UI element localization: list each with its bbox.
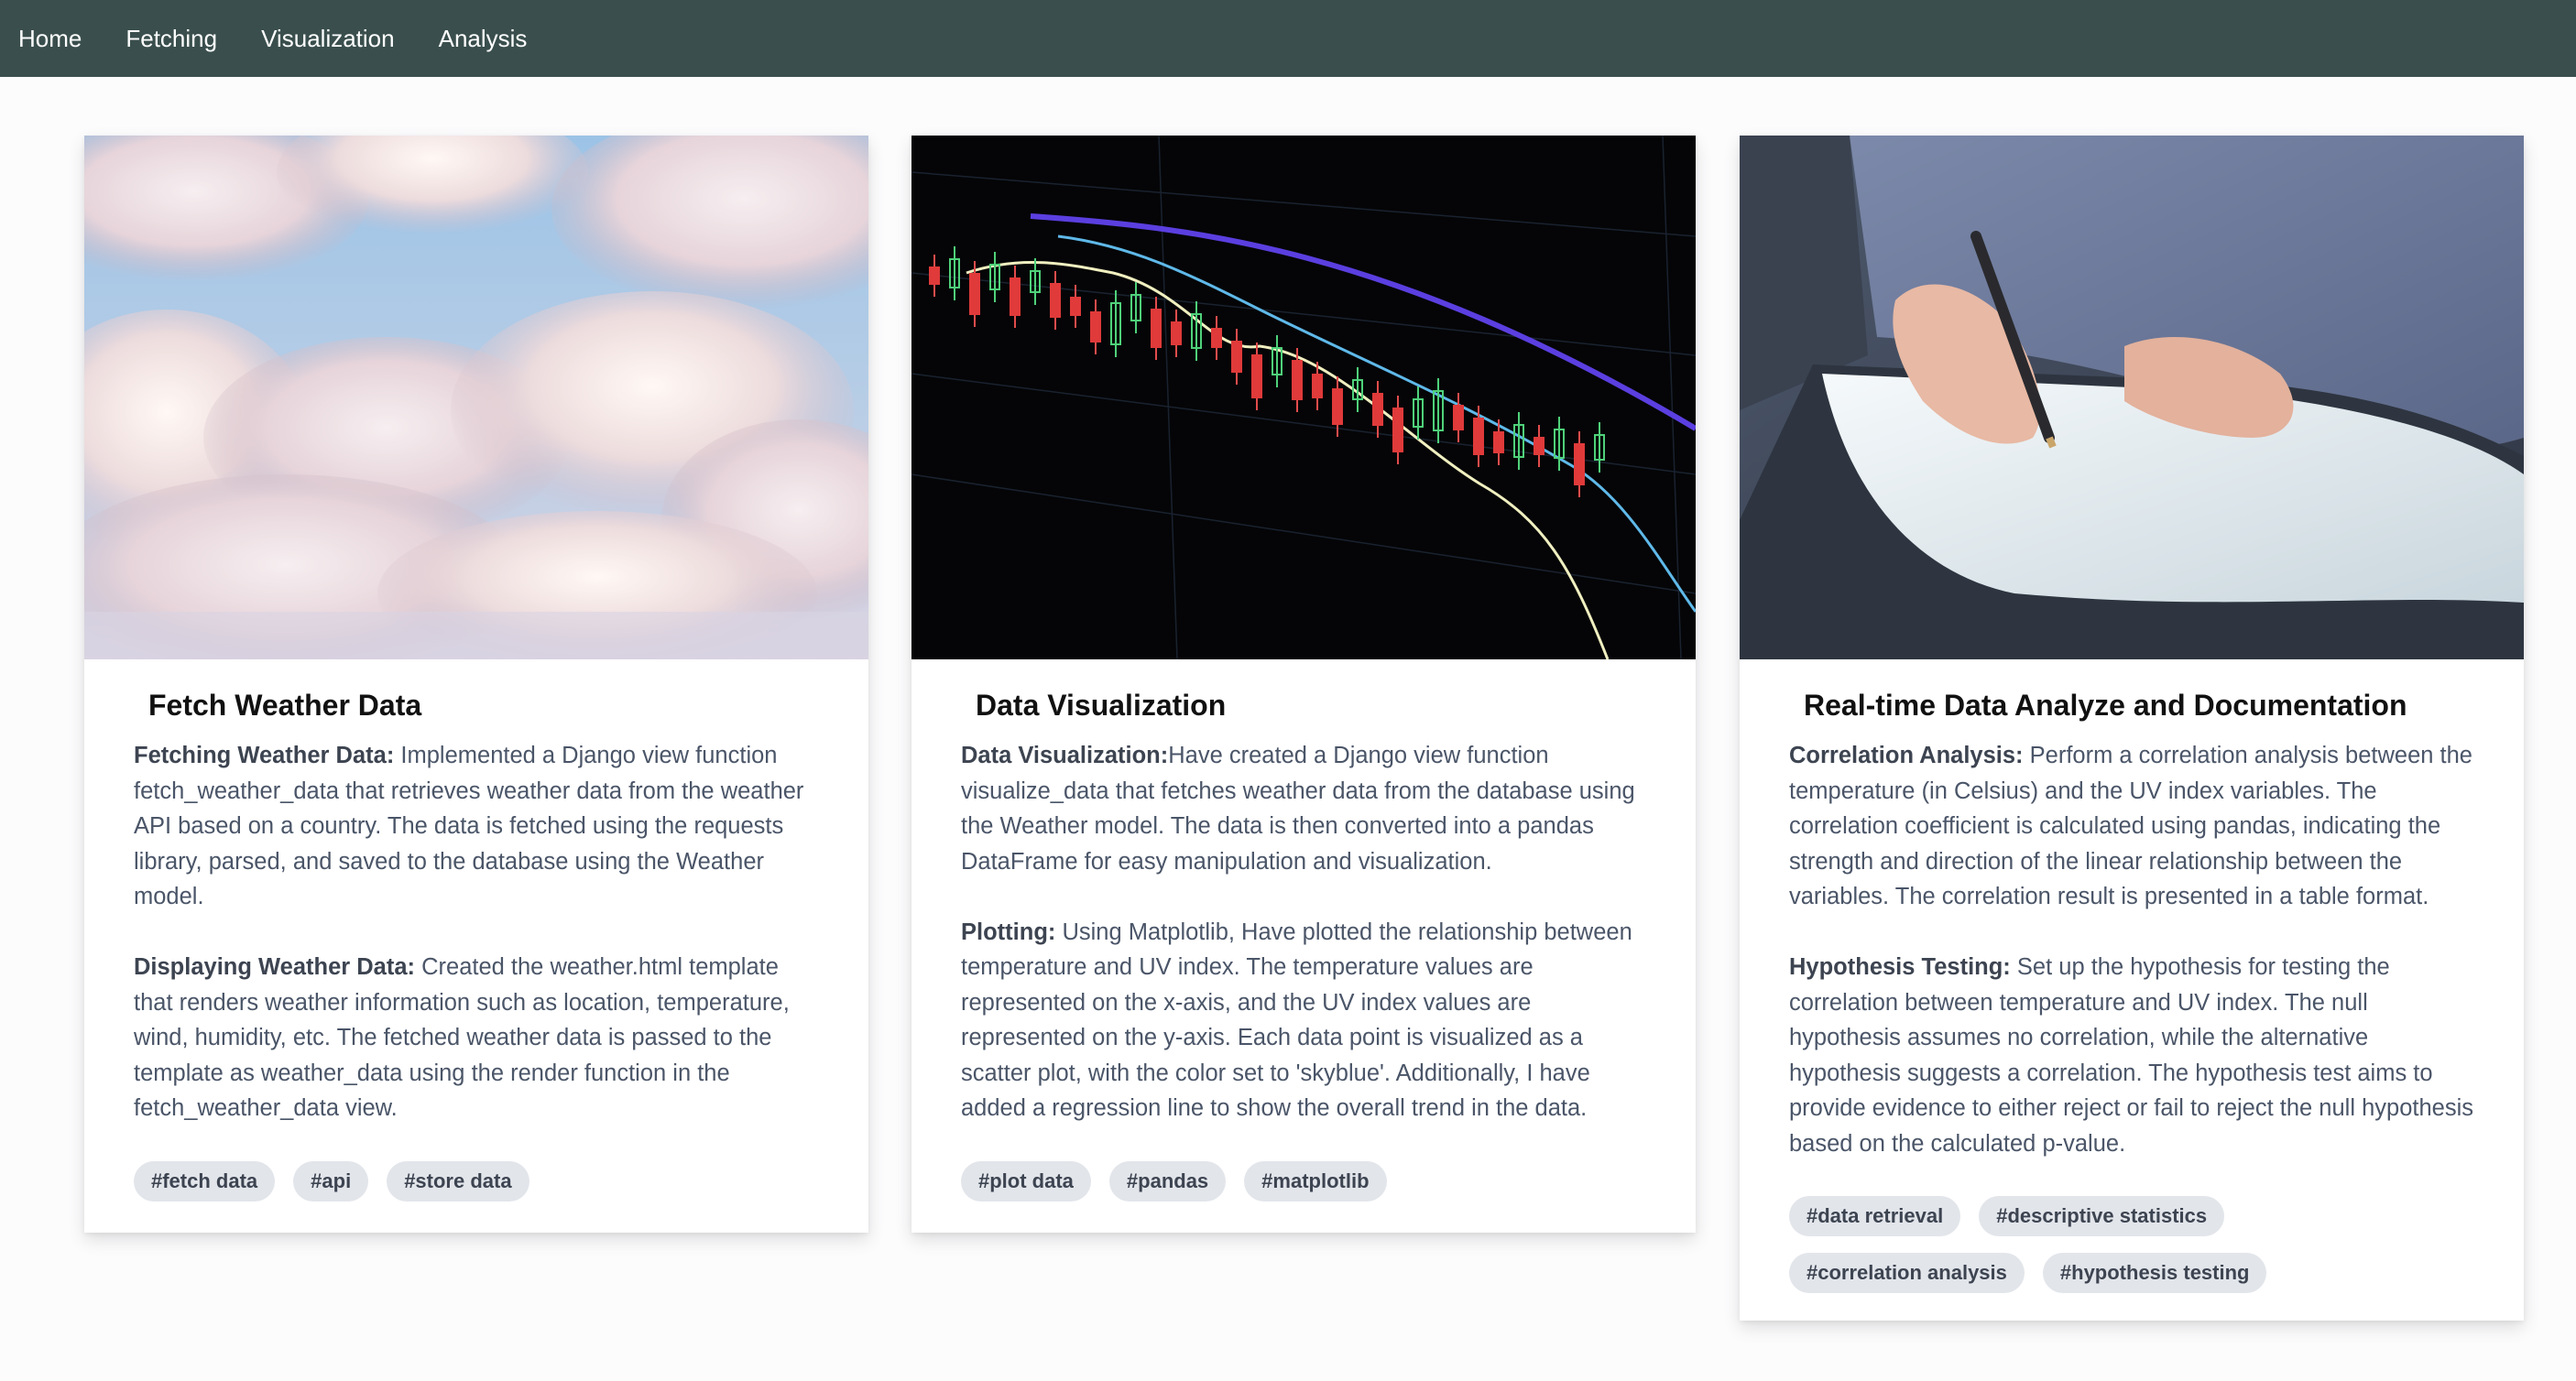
- paragraph-text: Set up the hypothesis for testing the co…: [1789, 954, 2473, 1157]
- nav-home-link[interactable]: Home: [18, 25, 82, 53]
- tag-hypothesis-testing[interactable]: #hypothesis testing: [2042, 1253, 2267, 1293]
- nav-visualization-link[interactable]: Visualization: [261, 25, 395, 53]
- paragraph-heading: Hypothesis Testing:: [1789, 954, 2011, 980]
- tag-descriptive-statistics[interactable]: #descriptive statistics: [1979, 1196, 2225, 1236]
- tag-pandas[interactable]: #pandas: [1108, 1160, 1227, 1202]
- paragraph-heading: Plotting:: [961, 919, 1056, 945]
- tag-correlation-analysis[interactable]: #correlation analysis: [1789, 1253, 2025, 1293]
- paragraph-heading: Correlation Analysis:: [1789, 743, 2024, 768]
- paragraph-data-visualization: Data Visualization:Have created a Django…: [961, 738, 1646, 879]
- nav-analysis-link[interactable]: Analysis: [439, 25, 528, 53]
- tag-list: #fetch data #api #store data: [134, 1160, 819, 1202]
- tag-store-data[interactable]: #store data: [387, 1160, 529, 1202]
- card-title: Fetch Weather Data: [148, 689, 422, 722]
- tag-list: #data retrieval #descriptive statistics …: [1789, 1196, 2302, 1293]
- card-description: Correlation Analysis: Perform a correlat…: [1789, 738, 2474, 1161]
- nav-fetching-link[interactable]: Fetching: [126, 25, 217, 53]
- tag-api[interactable]: #api: [293, 1160, 369, 1202]
- card-title: Data Visualization: [976, 689, 1227, 722]
- card-realtime-analysis: Real-time Data Analyze and Documentation…: [1740, 136, 2524, 1321]
- tag-matplotlib[interactable]: #matplotlib: [1244, 1160, 1387, 1202]
- paragraph-correlation: Correlation Analysis: Perform a correlat…: [1789, 738, 2474, 915]
- card-description: Fetching Weather Data: Implemented a Dja…: [134, 738, 819, 1126]
- paragraph-displaying: Displaying Weather Data: Created the wea…: [134, 950, 819, 1126]
- tag-data-retrieval[interactable]: #data retrieval: [1789, 1196, 1961, 1236]
- card-title: Real-time Data Analyze and Documentation: [1804, 689, 2407, 722]
- card-data-visualization: Data Visualization Data Visualization:Ha…: [911, 136, 1696, 1233]
- paragraph-heading: Fetching Weather Data:: [134, 743, 395, 768]
- paragraph-hypothesis: Hypothesis Testing: Set up the hypothesi…: [1789, 950, 2474, 1161]
- tag-plot-data[interactable]: #plot data: [961, 1160, 1091, 1202]
- tag-fetch-data[interactable]: #fetch data: [134, 1160, 276, 1202]
- top-navbar: Home Fetching Visualization Analysis: [0, 0, 2576, 77]
- paragraph-heading: Displaying Weather Data:: [134, 954, 416, 980]
- clouds-sky-image: [84, 136, 868, 659]
- paragraph-plotting: Plotting: Using Matplotlib, Have plotted…: [961, 915, 1646, 1126]
- paragraph-text: Using Matplotlib, Have plotted the relat…: [961, 919, 1632, 1122]
- tag-list: #plot data #pandas #matplotlib: [961, 1160, 1646, 1202]
- paragraph-heading: Data Visualization:: [961, 743, 1169, 768]
- candlestick-chart-image: [911, 136, 1696, 659]
- writing-hand-image: [1740, 136, 2524, 659]
- card-description: Data Visualization:Have created a Django…: [961, 738, 1646, 1126]
- card-fetch-weather: Fetch Weather Data Fetching Weather Data…: [84, 136, 868, 1233]
- paragraph-fetching: Fetching Weather Data: Implemented a Dja…: [134, 738, 819, 915]
